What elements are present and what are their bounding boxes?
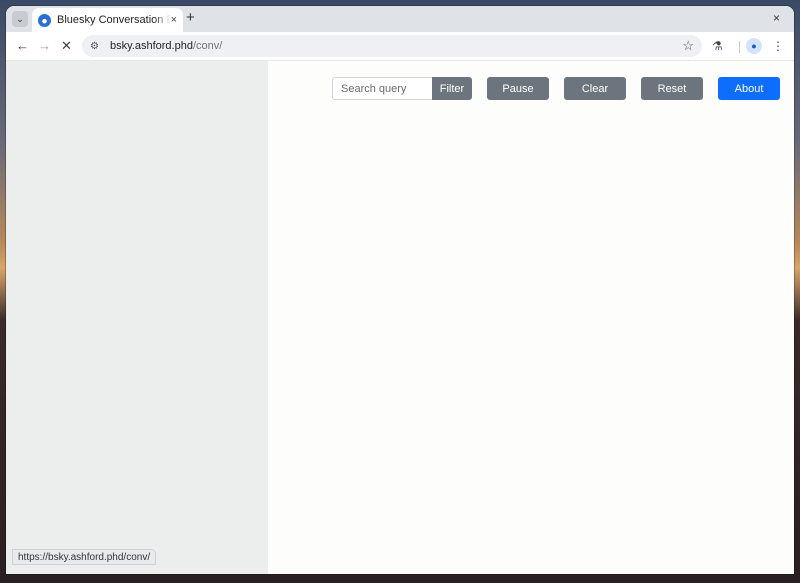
browser-toolbar: ← → ✕ ⚙ bsky.ashford.phd/conv/ ☆ ⚗ ● ⋮ — [6, 32, 794, 61]
control-bar: Filter Pause Clear Reset About — [332, 77, 780, 100]
url-path: /conv/ — [192, 40, 223, 52]
filter-button[interactable]: Filter — [432, 77, 472, 100]
search-group: Filter — [332, 77, 472, 100]
window-close-icon[interactable]: × — [773, 11, 780, 25]
profile-avatar-icon[interactable]: ● — [746, 38, 762, 54]
bookmark-star-icon[interactable]: ☆ — [682, 38, 694, 54]
tab-search-icon[interactable]: ⌄ — [12, 11, 28, 27]
tab-active[interactable]: Bluesky Conversation Explorer × — [32, 8, 183, 32]
left-panel — [6, 61, 268, 574]
url-host: bsky.ashford.phd — [110, 40, 193, 52]
address-bar[interactable]: ⚙ bsky.ashford.phd/conv/ ☆ — [82, 35, 702, 57]
about-button[interactable]: About — [718, 77, 780, 100]
stop-loading-icon[interactable]: ✕ — [61, 38, 72, 54]
forward-icon[interactable]: → — [38, 38, 51, 54]
tab-title: Bluesky Conversation Explorer — [57, 14, 171, 26]
back-icon[interactable]: ← — [16, 38, 29, 54]
favicon-icon — [38, 13, 51, 27]
page-content: Filter Pause Clear Reset About — [6, 61, 794, 574]
toolbar-divider — [739, 41, 740, 53]
tab-strip: ⌄ Bluesky Conversation Explorer × + × — [6, 6, 794, 32]
status-url-bubble: https://bsky.ashford.phd/conv/ — [12, 549, 157, 565]
clear-button[interactable]: Clear — [564, 77, 626, 100]
tab-close-icon[interactable]: × — [171, 14, 177, 26]
search-input[interactable] — [332, 77, 432, 100]
browser-window: ⌄ Bluesky Conversation Explorer × + × ← … — [6, 6, 794, 574]
url-text: bsky.ashford.phd/conv/ — [110, 40, 222, 52]
menu-kebab-icon[interactable]: ⋮ — [772, 38, 784, 54]
reset-button[interactable]: Reset — [641, 77, 703, 100]
site-info-icon[interactable]: ⚙ — [90, 41, 104, 52]
new-tab-icon[interactable]: + — [186, 10, 195, 26]
labs-flask-icon[interactable]: ⚗ — [712, 38, 723, 54]
main-panel: Filter Pause Clear Reset About — [268, 61, 794, 574]
pause-button[interactable]: Pause — [487, 77, 549, 100]
